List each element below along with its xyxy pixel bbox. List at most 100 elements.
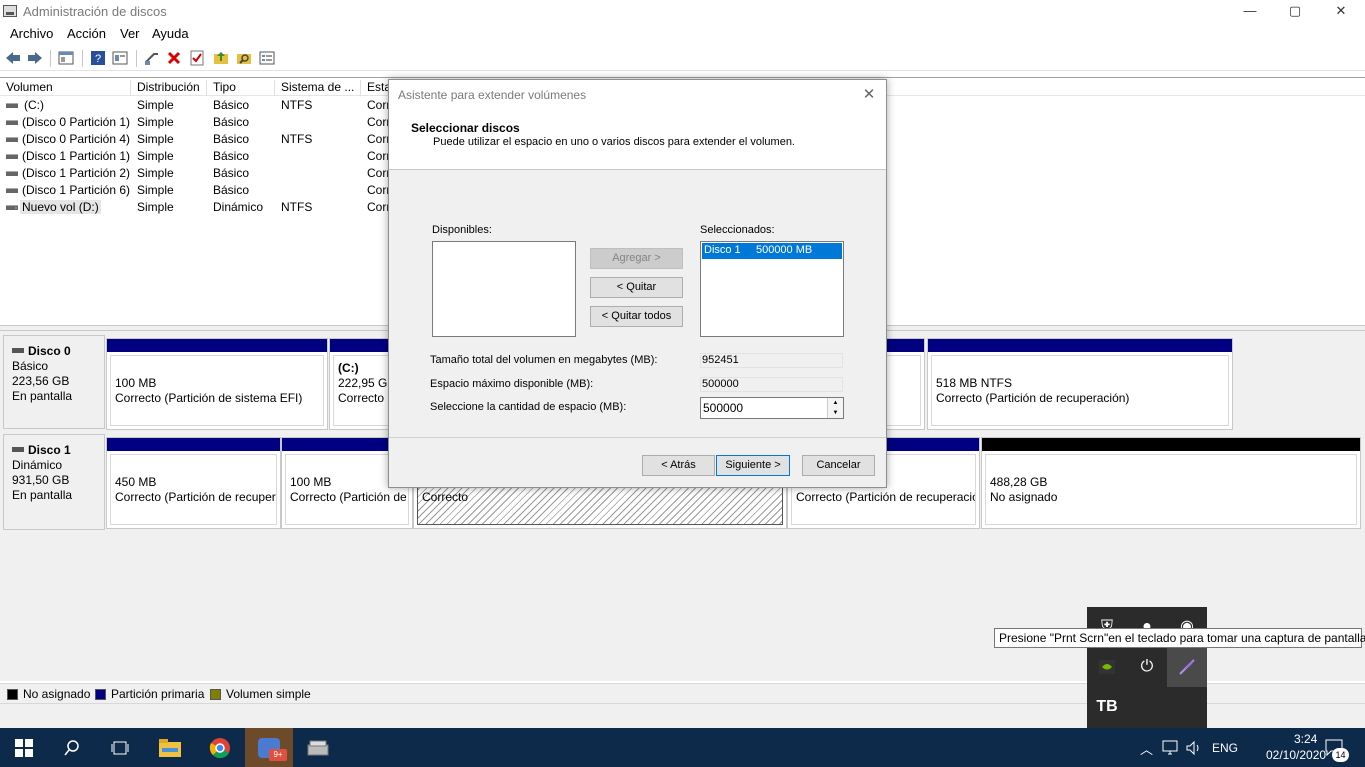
cell-sistema: NTFS bbox=[281, 200, 313, 214]
partition-size: 100 MB bbox=[115, 376, 157, 390]
partition-unallocated[interactable]: 488,28 GB No asignado bbox=[981, 437, 1361, 529]
search-icon[interactable] bbox=[48, 728, 96, 767]
back-button[interactable]: < Atrás bbox=[642, 455, 715, 476]
console-tree-icon[interactable] bbox=[58, 50, 74, 66]
selected-disk-item[interactable]: Disco 1 500000 MB bbox=[702, 243, 842, 259]
amount-label: Seleccione la cantidad de espacio (MB): bbox=[430, 401, 627, 413]
partition-status: Correcto (Partición de sistema EFI) bbox=[115, 391, 303, 405]
cell-volumen: (Disco 1 Partición 1) bbox=[22, 149, 131, 163]
partition-size: 100 MB bbox=[290, 475, 332, 489]
disk-type: Básico bbox=[12, 359, 49, 373]
column-header-tipo[interactable]: Tipo bbox=[207, 80, 275, 96]
cell-tipo: Básico bbox=[213, 115, 250, 129]
network-icon[interactable] bbox=[1162, 740, 1180, 756]
drive-icon bbox=[6, 188, 18, 193]
drive-icon bbox=[6, 120, 18, 125]
cell-tipo: Básico bbox=[213, 132, 250, 146]
dialog-header: Seleccionar discos Puede utilizar el esp… bbox=[389, 110, 886, 170]
folder-up-icon[interactable] bbox=[213, 50, 229, 66]
stepper-down-icon[interactable]: ▼ bbox=[827, 408, 843, 418]
help-icon[interactable]: ? bbox=[90, 50, 106, 66]
disk-type: Dinámico bbox=[12, 458, 63, 472]
dialog-close-icon[interactable]: ✕ bbox=[858, 84, 880, 106]
title-bar: Administración de discos — ▢ ✕ bbox=[0, 0, 1365, 24]
amount-stepper[interactable]: 500000 ▲ ▼ bbox=[700, 397, 844, 419]
disk-1-label[interactable]: Disco 1 Dinámico 931,50 GB En pantalla bbox=[3, 434, 105, 530]
svg-text:?: ? bbox=[95, 53, 101, 65]
disk-name: Disco 0 bbox=[12, 344, 96, 359]
column-header-sistema[interactable]: Sistema de ... bbox=[275, 80, 361, 96]
partition-recovery[interactable]: 518 MB NTFS Correcto (Partición de recup… bbox=[927, 338, 1233, 430]
cell-estado: Corr bbox=[367, 149, 391, 163]
next-button[interactable]: Siguiente > bbox=[716, 455, 790, 476]
nvidia-icon[interactable] bbox=[1087, 647, 1127, 687]
list-view-icon[interactable] bbox=[259, 50, 275, 66]
back-arrow-icon[interactable] bbox=[5, 50, 21, 66]
cell-distribucion: Simple bbox=[137, 166, 174, 180]
forward-arrow-icon[interactable] bbox=[27, 50, 43, 66]
disk-status: En pantalla bbox=[12, 389, 73, 403]
folder-search-icon[interactable] bbox=[236, 50, 252, 66]
cell-distribucion: Simple bbox=[137, 183, 174, 197]
partition-disk1-recovery[interactable]: 450 MB Correcto (Partición de recuper bbox=[106, 437, 281, 529]
file-explorer-icon[interactable] bbox=[146, 728, 194, 767]
tray-overflow-popup: ⛨ ● ◉ ⏻ TB bbox=[1087, 607, 1207, 728]
remove-button[interactable]: < Quitar bbox=[590, 277, 683, 298]
menu-ayuda[interactable]: Ayuda bbox=[152, 26, 189, 41]
cell-tipo: Dinámico bbox=[213, 200, 264, 214]
cell-distribucion: Simple bbox=[137, 115, 174, 129]
task-view-icon[interactable] bbox=[96, 728, 144, 767]
disk-status: En pantalla bbox=[12, 488, 73, 502]
messenger-app-icon[interactable]: 9+ bbox=[245, 728, 293, 767]
disk-management-task-icon[interactable] bbox=[294, 728, 342, 767]
delete-icon[interactable] bbox=[166, 50, 182, 66]
language-indicator[interactable]: ENG bbox=[1212, 741, 1238, 755]
chevron-up-icon[interactable]: ︿ bbox=[1140, 739, 1153, 758]
cell-volumen: (Disco 1 Partición 6) bbox=[22, 183, 131, 197]
partition-status: Correcto (Partición de bbox=[290, 490, 407, 504]
cancel-button[interactable]: Cancelar bbox=[802, 455, 875, 476]
tb-app-icon[interactable]: TB bbox=[1087, 687, 1127, 727]
cell-volumen: (Disco 0 Partición 1) bbox=[22, 115, 131, 129]
disk-0-label[interactable]: Disco 0 Básico 223,56 GB En pantalla bbox=[3, 335, 105, 429]
chrome-icon[interactable] bbox=[196, 728, 244, 767]
drive-icon bbox=[6, 137, 18, 142]
minimize-button[interactable]: — bbox=[1227, 0, 1273, 24]
feather-icon[interactable] bbox=[1167, 647, 1207, 687]
cell-tipo: Básico bbox=[213, 98, 250, 112]
properties-icon[interactable] bbox=[112, 50, 128, 66]
selected-listbox[interactable]: Disco 1 500000 MB bbox=[700, 241, 844, 337]
cell-estado: Corr bbox=[367, 183, 391, 197]
legend-swatch-primary bbox=[95, 689, 106, 700]
partition-status: Correcto (Partición de recuperació bbox=[796, 490, 976, 504]
dialog-subheading: Puede utilizar el espacio en uno o vario… bbox=[433, 136, 795, 148]
clock-time[interactable]: 3:24 bbox=[1294, 732, 1317, 746]
selected-label: Seleccionados: bbox=[700, 224, 775, 236]
column-header-distribucion[interactable]: Distribución bbox=[131, 80, 207, 96]
connect-icon[interactable] bbox=[144, 50, 160, 66]
add-button[interactable]: Agregar > bbox=[590, 248, 683, 269]
close-button[interactable]: ✕ bbox=[1318, 0, 1364, 24]
maximize-button[interactable]: ▢ bbox=[1272, 0, 1318, 24]
column-header-volumen[interactable]: Volumen bbox=[0, 80, 131, 96]
stepper-up-icon[interactable]: ▲ bbox=[827, 398, 843, 408]
disk-size: 931,50 GB bbox=[12, 473, 70, 487]
remove-all-button[interactable]: < Quitar todos bbox=[590, 306, 683, 327]
volume-icon[interactable] bbox=[1186, 740, 1202, 756]
menu-accion[interactable]: Acción bbox=[67, 26, 106, 41]
menu-ver[interactable]: Ver bbox=[120, 26, 140, 41]
clock-date[interactable]: 02/10/2020 bbox=[1266, 748, 1326, 762]
tooltip: Presione "Prnt Scrn"en el teclado para t… bbox=[994, 628, 1365, 648]
drive-icon bbox=[6, 205, 18, 210]
partition-efi[interactable]: 100 MB Correcto (Partición de sistema EF… bbox=[106, 338, 328, 430]
legend-label: Partición primaria bbox=[111, 687, 205, 701]
power-icon[interactable]: ⏻ bbox=[1127, 647, 1167, 687]
menu-archivo[interactable]: Archivo bbox=[10, 26, 53, 41]
partition-size: 450 MB bbox=[115, 475, 157, 489]
start-button[interactable] bbox=[0, 728, 48, 767]
column-header-estado[interactable]: Esta bbox=[361, 80, 391, 96]
cell-distribucion: Simple bbox=[137, 98, 174, 112]
available-listbox[interactable] bbox=[432, 241, 576, 337]
checklist-icon[interactable] bbox=[189, 50, 205, 66]
notification-badge: 9+ bbox=[269, 749, 287, 761]
